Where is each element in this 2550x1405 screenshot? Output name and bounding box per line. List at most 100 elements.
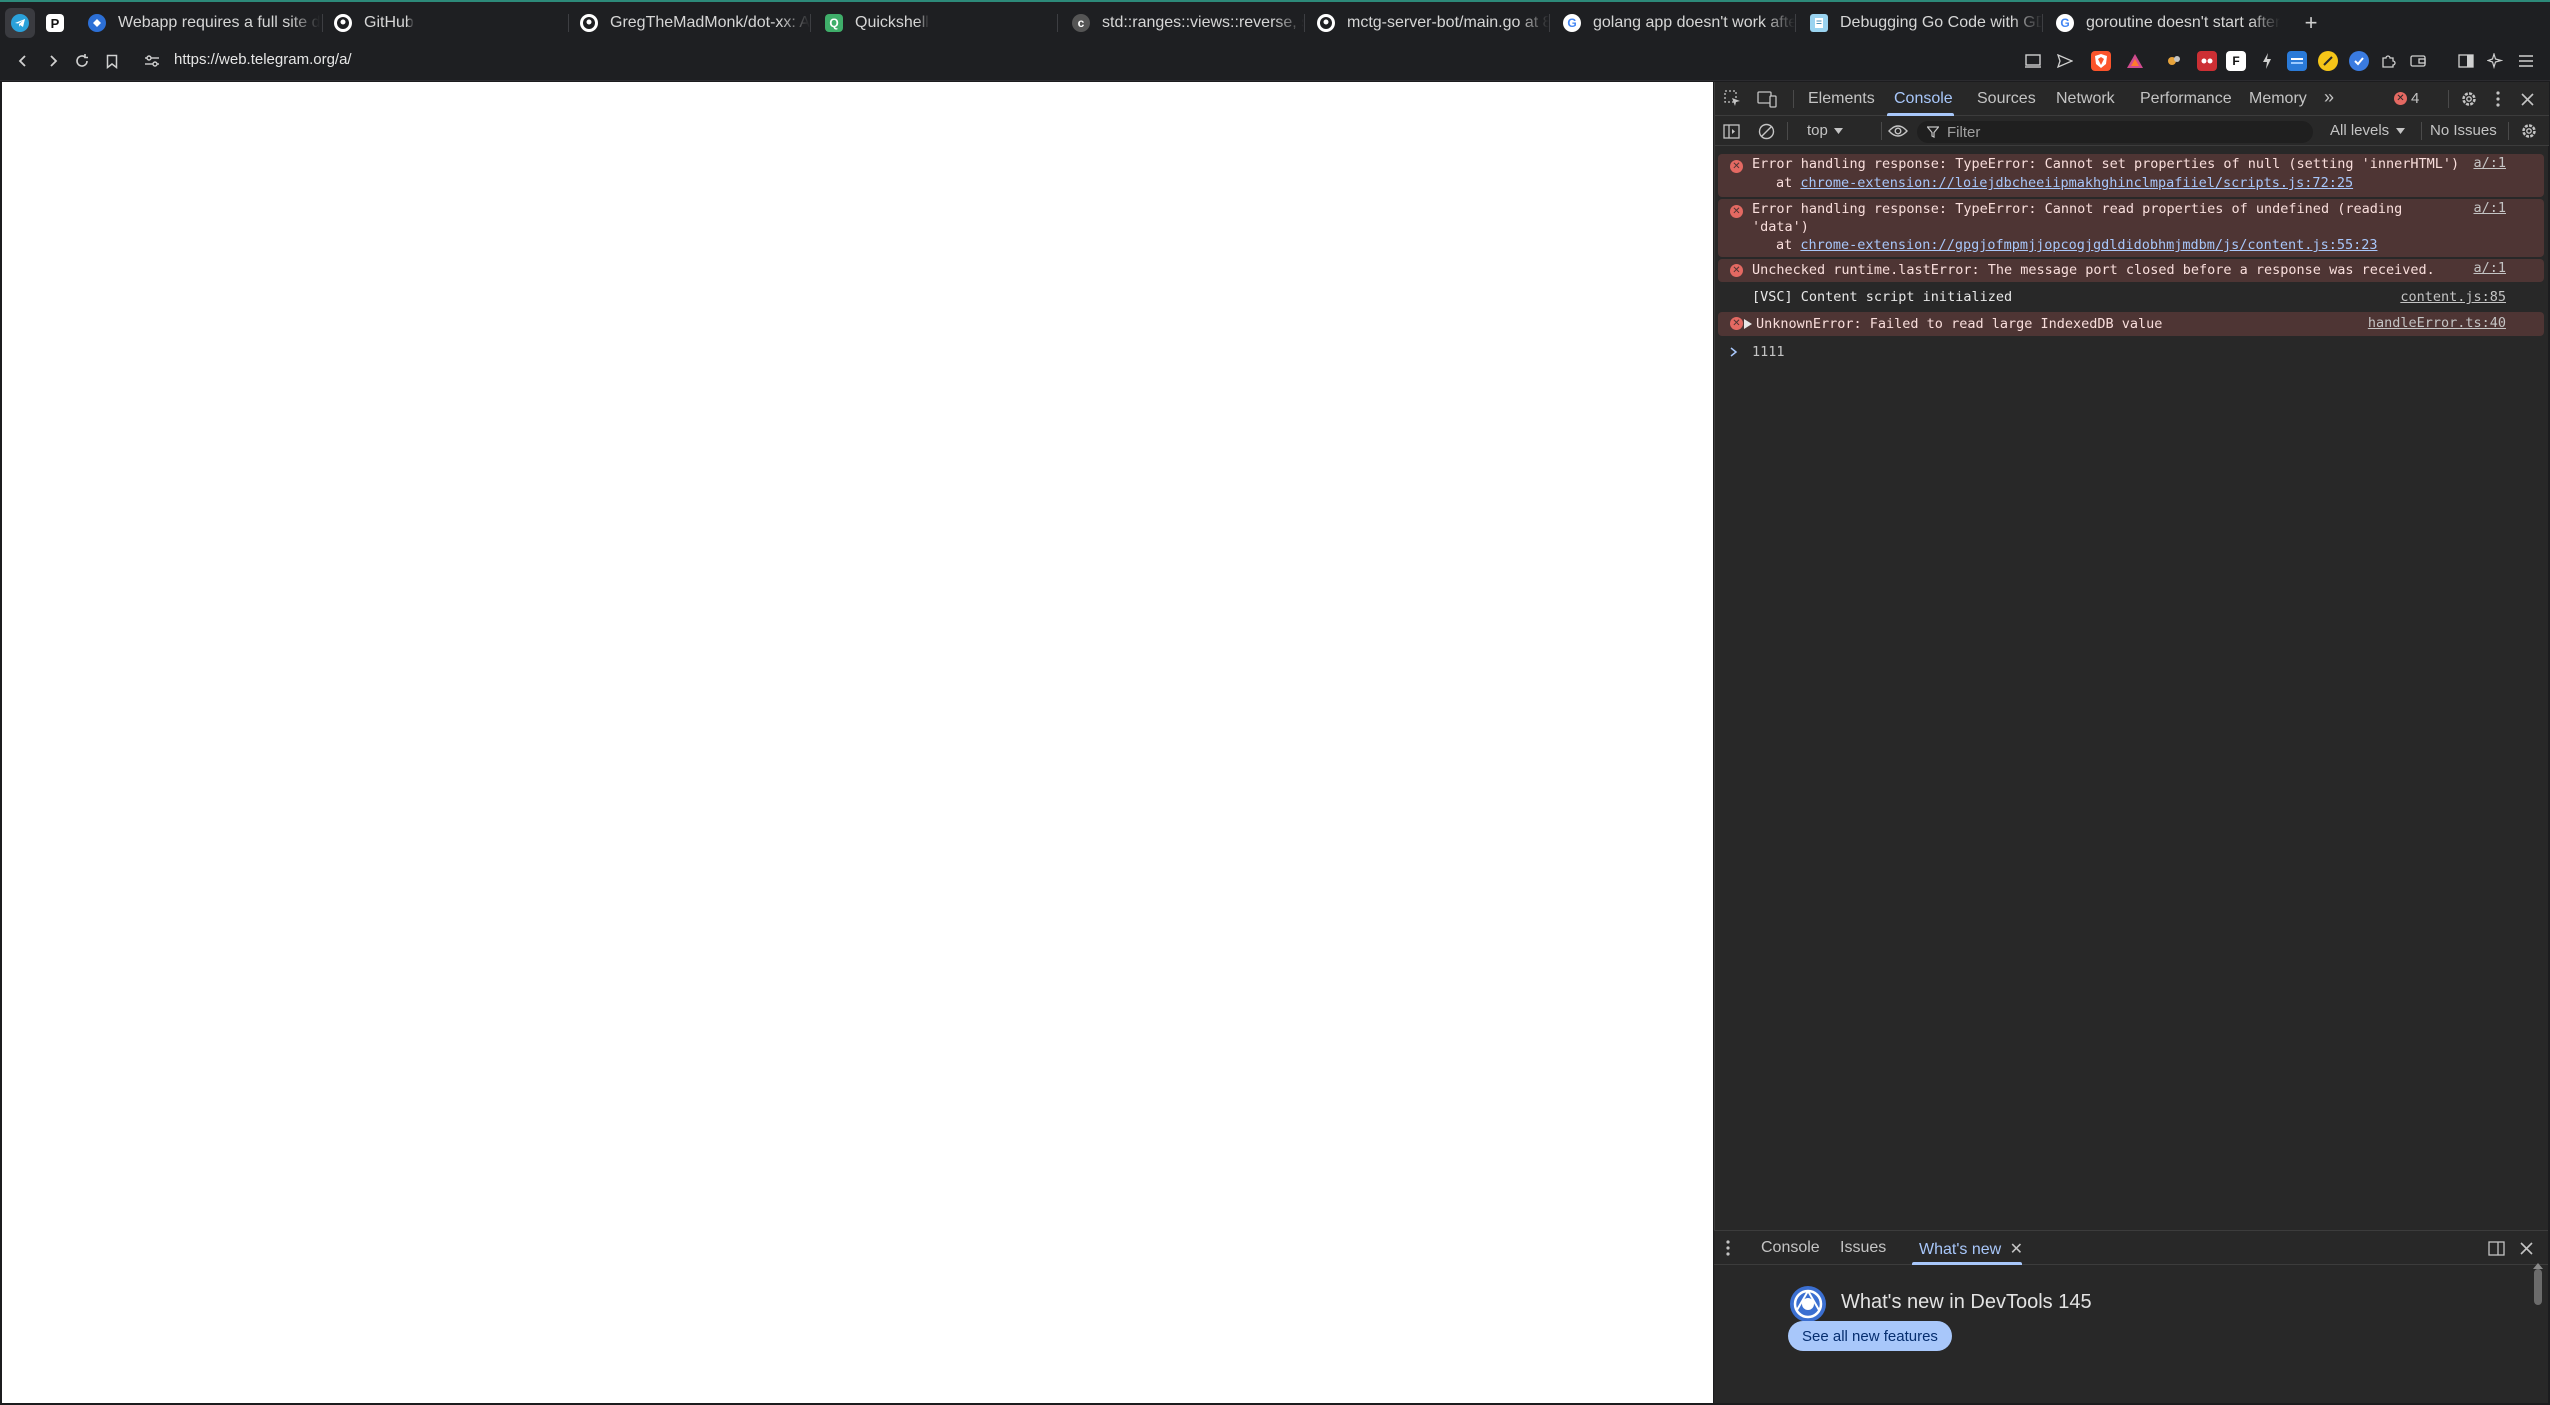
tab-title: mctg-server-bot/main.go at 8 [1347, 14, 1549, 31]
prompt-input[interactable]: 1111 [1752, 344, 1785, 360]
drawer-menu-button[interactable] [1717, 1237, 1739, 1259]
site-controls-icon [145, 55, 159, 67]
tab-title: golang app doesn't work afte [1593, 14, 1795, 31]
message-text: Unchecked runtime.lastError: The message… [1752, 262, 2435, 278]
drawer-tab-bar: Console Issues What's new ✕ [1714, 1231, 2548, 1265]
pinned-tab-p[interactable]: P [40, 8, 70, 38]
tab-title: Webapp requires a full site da [118, 14, 320, 31]
stack-frame: at chrome-extension://gpgjofmpmjjopcogjg… [1776, 237, 2377, 253]
reload-button[interactable] [68, 47, 96, 75]
reload-icon [76, 54, 88, 67]
doc-icon [1810, 14, 1828, 32]
drawer-tab-issues[interactable]: Issues [1840, 1239, 1886, 1257]
tab-title: Debugging Go Code with GDE [1840, 14, 2042, 31]
error-icon: ✕ [1730, 160, 1743, 173]
tab-github[interactable]: GitHub [316, 6, 566, 40]
message-source-link[interactable]: handleError.ts:40 [2368, 315, 2506, 331]
message-source-link[interactable]: a/:1 [2473, 200, 2506, 216]
app-p-icon: P [46, 14, 64, 32]
console-error-message[interactable]: ✕ UnknownError: Failed to read large Ind… [1718, 312, 2544, 336]
forward-button[interactable] [39, 47, 67, 75]
page-viewport[interactable] [2, 82, 1713, 1403]
console-rows: ✕ Error handling response: TypeError: Ca… [1714, 82, 2548, 382]
tab-goroutine[interactable]: G goroutine doesn't start after [2038, 6, 2288, 40]
devtools-logo-icon [1788, 1284, 1828, 1324]
console-prompt[interactable]: 1111 [1718, 340, 2544, 364]
see-all-features-button[interactable]: See all new features [1788, 1321, 1952, 1351]
message-text: UnknownError: Failed to read large Index… [1756, 316, 2163, 332]
tab-cppreference[interactable]: c std::ranges::views::reverse, st [1054, 6, 1304, 40]
error-icon: ✕ [1730, 264, 1743, 277]
drawer-tab-whats-new[interactable]: What's new ✕ [1919, 1239, 2023, 1259]
stack-frame: at chrome-extension://loiejdbcheeiipmakh… [1776, 175, 2353, 191]
github-icon [1317, 14, 1335, 32]
send-icon [2057, 54, 2073, 68]
telegram-icon [11, 14, 29, 32]
bookmark-icon [106, 54, 118, 69]
extension-bolt-icon[interactable] [2257, 51, 2277, 71]
extension-f-icon[interactable]: F [2226, 51, 2246, 71]
stack-at: at [1776, 237, 1801, 253]
active-tab-indicator [1912, 1262, 2022, 1265]
cast-icon [2025, 54, 2041, 68]
sidebar-toggle-button[interactable] [2452, 47, 2480, 75]
console-log-message[interactable]: [VSC] Content script initialized content… [1718, 285, 2544, 309]
brave-shield-icon[interactable] [2091, 51, 2111, 71]
puzzle-icon [2382, 55, 2396, 68]
message-text: Error handling response: TypeError: Cann… [1752, 156, 2460, 172]
extension-yellow-icon[interactable] [2318, 51, 2338, 71]
close-icon [2519, 1241, 2533, 1255]
new-tab-button[interactable]: + [2296, 8, 2326, 38]
tab-title: GitHub [364, 14, 414, 31]
close-drawer-button[interactable] [2515, 1237, 2537, 1259]
dock-drawer-button[interactable] [2485, 1237, 2507, 1259]
console-error-message[interactable]: ✕ Error handling response: TypeError: Ca… [1718, 154, 2544, 197]
tab-quickshell[interactable]: Q Quickshell [807, 6, 1057, 40]
extension-puzzle-icon[interactable] [2164, 51, 2184, 71]
devtools-drawer: Console Issues What's new ✕ What's new i… [1714, 1230, 2548, 1403]
tab-mctg-server-bot[interactable]: mctg-server-bot/main.go at 8 [1299, 6, 1549, 40]
tab-dot-xx[interactable]: GregTheMadMonk/dot-xx: A [562, 6, 812, 40]
kebab-menu-icon [1726, 1240, 1730, 1256]
browser-toolbar: https://web.telegram.org/a/ F [0, 41, 2550, 81]
error-icon: ✕ [1730, 205, 1743, 218]
extension-blue-icon[interactable] [2287, 51, 2307, 71]
stack-at: at [1776, 175, 1801, 191]
message-source-link[interactable]: a/:1 [2473, 155, 2506, 171]
pinned-tab-telegram[interactable] [5, 8, 35, 38]
extensions-button[interactable] [2374, 47, 2402, 75]
brave-rewards-icon[interactable] [2125, 51, 2145, 71]
drawer-tab-console[interactable]: Console [1761, 1239, 1820, 1257]
drawer-scrollbar[interactable] [2534, 1269, 2542, 1305]
address-bar-url[interactable]: https://web.telegram.org/a/ [174, 51, 352, 68]
leo-ai-button[interactable] [2481, 47, 2509, 75]
extension-red-icon[interactable] [2197, 51, 2217, 71]
scroll-up-arrow-icon[interactable] [2533, 1263, 2543, 1269]
bookmark-button[interactable] [98, 47, 126, 75]
tab-golang-app[interactable]: G golang app doesn't work afte [1545, 6, 1795, 40]
tab-title: Quickshell [855, 14, 929, 31]
stack-link[interactable]: chrome-extension://gpgjofmpmjjopcogjgdld… [1800, 237, 2377, 253]
github-icon [334, 14, 352, 32]
cast-button[interactable] [2019, 47, 2047, 75]
site-settings-button[interactable] [138, 47, 166, 75]
send-button[interactable] [2051, 47, 2079, 75]
stack-link[interactable]: chrome-extension://loiejdbcheeiipmakhghi… [1800, 175, 2353, 191]
wallet-button[interactable] [2404, 47, 2432, 75]
tab-debugging-go[interactable]: Debugging Go Code with GDE [1792, 6, 2042, 40]
close-tab-icon[interactable]: ✕ [2010, 1241, 2023, 1258]
tab-strip: P Webapp requires a full site da GitHub … [0, 0, 2550, 41]
back-button[interactable] [9, 47, 37, 75]
main-menu-button[interactable] [2512, 47, 2540, 75]
message-source-link[interactable]: content.js:85 [2400, 289, 2506, 305]
expand-triangle-icon[interactable] [1744, 317, 1752, 333]
extension-check-icon[interactable] [2349, 51, 2369, 71]
wallet-icon [2410, 55, 2426, 67]
tab-webapp[interactable]: Webapp requires a full site da [70, 6, 320, 40]
sidebar-icon [2458, 54, 2474, 68]
console-error-message[interactable]: ✕ Unchecked runtime.lastError: The messa… [1718, 259, 2544, 282]
message-source-link[interactable]: a/:1 [2473, 260, 2506, 276]
console-error-message[interactable]: ✕ Error handling response: TypeError: Ca… [1718, 199, 2544, 257]
whats-new-title: What's new in DevTools 145 [1841, 1291, 2092, 1313]
forward-arrow-icon [50, 55, 58, 67]
